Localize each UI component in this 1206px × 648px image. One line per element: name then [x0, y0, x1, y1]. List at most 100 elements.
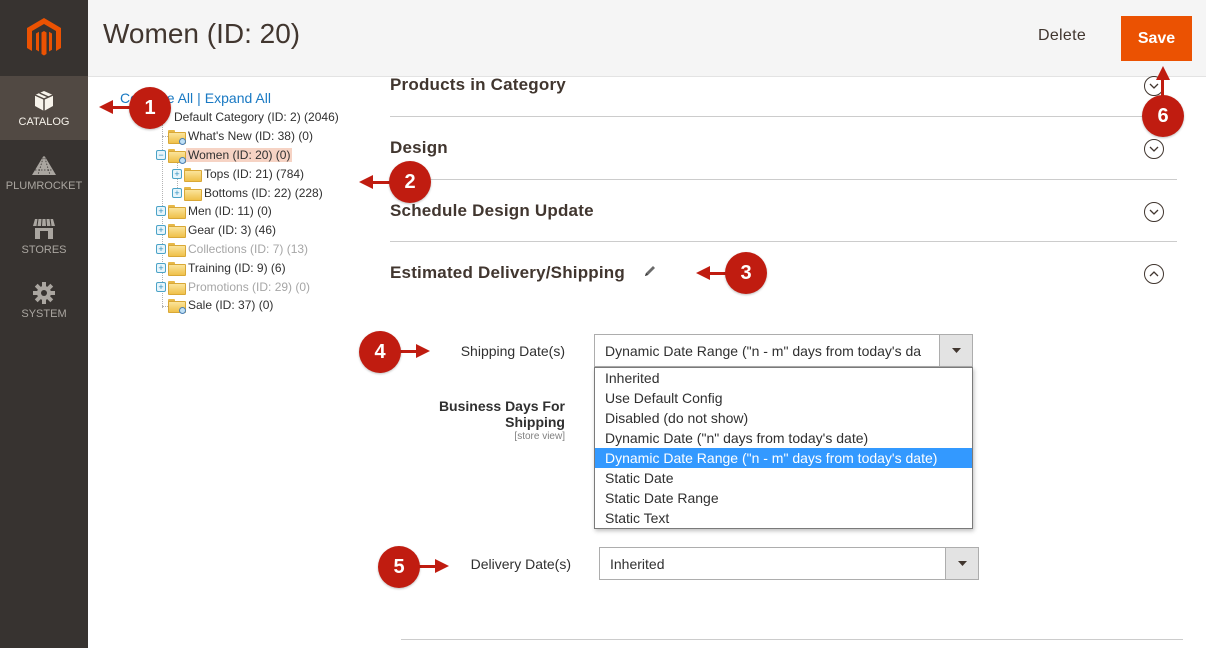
option-disabled[interactable]: Disabled (do not show)	[595, 408, 972, 428]
section-title: Schedule Design Update	[390, 201, 594, 220]
section-divider	[390, 179, 1177, 180]
save-button[interactable]: Save	[1121, 16, 1192, 61]
selected-value: Dynamic Date Range ("n - m" days from to…	[605, 343, 922, 359]
expand-node-icon[interactable]: +	[156, 206, 166, 216]
sidebar-item-system[interactable]: SYSTEM	[0, 268, 88, 332]
section-divider	[390, 116, 1177, 117]
business-days-label-line1: Business Days For	[438, 398, 565, 414]
collapse-node-icon[interactable]: −	[156, 150, 166, 160]
sidebar-item-label: STORES	[21, 244, 67, 256]
tree-node-label: Tops (ID: 21) (784)	[204, 167, 305, 181]
magento-logo-icon	[27, 18, 61, 56]
folder-search-icon	[168, 299, 186, 314]
section-schedule-design-update[interactable]: Schedule Design Update	[390, 201, 1177, 221]
sidebar-item-label: SYSTEM	[21, 308, 67, 320]
expand-node-icon[interactable]: +	[156, 225, 166, 235]
dropdown-arrow-icon[interactable]	[945, 548, 978, 579]
folder-icon	[168, 205, 186, 219]
expand-all-link[interactable]: Expand All	[205, 90, 271, 106]
magento-logo[interactable]	[0, 0, 88, 76]
option-static-date[interactable]: Static Date	[595, 468, 972, 488]
section-products-in-category[interactable]: Products in Category	[390, 75, 1177, 95]
expand-node-icon[interactable]: +	[156, 244, 166, 254]
option-dynamic-date[interactable]: Dynamic Date ("n" days from today's date…	[595, 428, 972, 448]
delivery-dates-label: Delivery Date(s)	[470, 556, 571, 572]
page-header: Women (ID: 20) Delete Save	[88, 0, 1206, 77]
admin-sidebar: CATALOG PLUMROCKET STORES SYSTEM	[0, 0, 88, 648]
folder-search-icon	[168, 149, 186, 164]
tree-node-sale[interactable]: Sale (ID: 37) (0)	[168, 296, 275, 314]
scope-label: [store view]	[514, 431, 565, 442]
expand-chevron-icon[interactable]	[1144, 139, 1164, 159]
annotation-badge-4: 4	[359, 331, 401, 373]
tree-node-label: Bottoms (ID: 22) (228)	[204, 186, 323, 200]
folder-search-icon	[168, 130, 186, 145]
shipping-dates-options: Inherited Use Default Config Disabled (d…	[594, 367, 973, 529]
page-title: Women (ID: 20)	[103, 18, 301, 49]
gear-icon	[33, 280, 55, 304]
tree-node-women[interactable]: − Women (ID: 20) (0)	[156, 146, 293, 164]
sidebar-item-plumrocket[interactable]: PLUMROCKET	[0, 140, 88, 204]
tree-node-whats-new[interactable]: What's New (ID: 38) (0)	[168, 127, 315, 145]
delete-button[interactable]: Delete	[1038, 27, 1086, 45]
option-static-text[interactable]: Static Text	[595, 508, 972, 528]
sidebar-item-label: CATALOG	[18, 116, 70, 128]
tree-node-promotions[interactable]: + Promotions (ID: 29) (0)	[156, 278, 312, 296]
option-dynamic-date-range[interactable]: Dynamic Date Range ("n - m" days from to…	[595, 448, 972, 468]
option-use-default-config[interactable]: Use Default Config	[595, 388, 972, 408]
annotation-badge-5: 5	[378, 546, 420, 588]
expand-node-icon[interactable]: +	[156, 282, 166, 292]
section-estimated-delivery-shipping[interactable]: Estimated Delivery/Shipping	[390, 263, 1177, 283]
dropdown-arrow-icon[interactable]	[939, 335, 972, 366]
expand-node-icon[interactable]: +	[172, 188, 182, 198]
folder-icon	[184, 168, 202, 182]
sidebar-item-stores[interactable]: STORES	[0, 204, 88, 268]
tree-node-label: What's New (ID: 38) (0)	[188, 129, 313, 143]
tree-node-label: Women (ID: 20) (0)	[186, 148, 293, 162]
section-divider	[401, 639, 1183, 640]
tree-node-label: Men (ID: 11) (0)	[188, 204, 272, 218]
tree-node-label: Default Category (ID: 2) (2046)	[174, 110, 339, 124]
section-divider	[390, 241, 1177, 242]
tree-node-gear[interactable]: + Gear (ID: 3) (46)	[156, 221, 278, 239]
option-inherited[interactable]: Inherited	[595, 368, 972, 388]
tree-node-bottoms[interactable]: + Bottoms (ID: 22) (228)	[172, 184, 325, 202]
delivery-dates-select[interactable]: Inherited	[599, 547, 979, 580]
tree-node-tops[interactable]: + Tops (ID: 21) (784)	[172, 165, 306, 183]
business-days-label: Business Days For Shipping	[420, 398, 565, 430]
pyramid-icon	[31, 152, 57, 176]
annotation-badge-3: 3	[725, 252, 767, 294]
section-title: Estimated Delivery/Shipping	[390, 263, 625, 282]
annotation-badge-1: 1	[129, 87, 171, 129]
expand-chevron-icon[interactable]	[1144, 202, 1164, 222]
annotation-arrowhead	[435, 559, 449, 573]
folder-icon	[184, 187, 202, 201]
annotation-arrow-line	[398, 350, 418, 353]
business-days-label-line2: Shipping	[505, 414, 565, 430]
tree-node-label: Gear (ID: 3) (46)	[188, 223, 277, 237]
option-static-date-range[interactable]: Static Date Range	[595, 488, 972, 508]
folder-icon	[168, 243, 186, 257]
sidebar-item-catalog[interactable]: CATALOG	[0, 76, 88, 140]
section-design[interactable]: Design	[390, 138, 1177, 158]
annotation-arrow-line	[417, 565, 437, 568]
shipping-dates-select[interactable]: Dynamic Date Range ("n - m" days from to…	[594, 334, 973, 367]
folder-icon	[168, 224, 186, 238]
shipping-dates-label: Shipping Date(s)	[460, 343, 565, 359]
collapse-chevron-icon[interactable]	[1144, 264, 1164, 284]
sidebar-item-label: PLUMROCKET	[5, 180, 83, 192]
tree-node-label: Sale (ID: 37) (0)	[188, 298, 274, 312]
section-title: Design	[390, 138, 448, 157]
tree-node-men[interactable]: + Men (ID: 11) (0)	[156, 202, 274, 220]
expand-node-icon[interactable]: +	[156, 263, 166, 273]
store-icon	[32, 216, 56, 240]
tree-node-label: Promotions (ID: 29) (0)	[188, 280, 311, 294]
tree-node-training[interactable]: + Training (ID: 9) (6)	[156, 259, 288, 277]
tree-node-default-category[interactable]: Default Category (ID: 2) (2046)	[162, 108, 341, 126]
tree-node-collections[interactable]: + Collections (ID: 7) (13)	[156, 240, 310, 258]
folder-icon	[168, 281, 186, 295]
folder-icon	[168, 262, 186, 276]
selected-value: Inherited	[610, 556, 665, 572]
pencil-icon[interactable]	[643, 264, 657, 283]
expand-node-icon[interactable]: +	[172, 169, 182, 179]
